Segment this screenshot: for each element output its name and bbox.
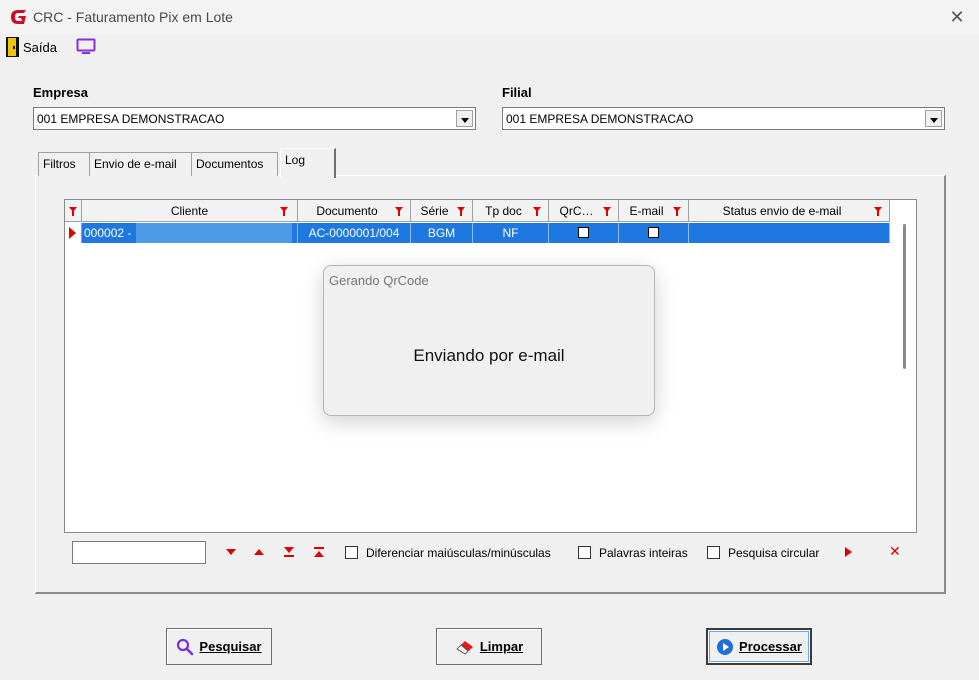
progress-popup: Gerando QrCode Enviando por e-mail bbox=[323, 265, 655, 416]
cell-cliente[interactable]: 000002 - bbox=[82, 223, 298, 243]
tab-documentos[interactable]: Documentos bbox=[191, 152, 278, 176]
cell-qrcode[interactable] bbox=[549, 223, 619, 243]
app-logo-icon bbox=[11, 10, 26, 24]
filial-select[interactable]: 001 EMPRESA DEMONSTRACAO bbox=[502, 107, 945, 130]
cell-serie[interactable]: BGM bbox=[411, 223, 473, 243]
circular-search-label: Pesquisa circular bbox=[728, 546, 820, 560]
filial-label: Filial bbox=[502, 85, 532, 100]
case-sensitive-label: Diferenciar maiúsculas/minúsculas bbox=[366, 546, 551, 560]
empresa-value: 001 EMPRESA DEMONSTRACAO bbox=[37, 112, 225, 126]
popup-title: Gerando QrCode bbox=[329, 273, 429, 288]
exit-menu-item[interactable]: Saída bbox=[23, 40, 57, 55]
grid-header: Cliente Documento Série Tp doc QrC… E-ma… bbox=[65, 200, 890, 222]
qrcode-checkbox[interactable] bbox=[578, 227, 589, 238]
close-search-icon[interactable]: ✕ bbox=[889, 543, 901, 560]
cell-documento[interactable]: AC-0000001/004 bbox=[298, 223, 411, 243]
play-circle-icon bbox=[717, 638, 734, 655]
email-checkbox[interactable] bbox=[648, 227, 659, 238]
filial-value: 001 EMPRESA DEMONSTRACAO bbox=[506, 112, 694, 126]
column-title: E-mail bbox=[629, 204, 664, 218]
table-row[interactable]: 000002 - AC-0000001/004 BGM NF bbox=[65, 223, 890, 243]
filter-icon[interactable] bbox=[69, 207, 77, 216]
clear-button[interactable]: Limpar bbox=[436, 628, 542, 665]
tab-filtros[interactable]: Filtros bbox=[38, 152, 90, 176]
row-indicator-header[interactable] bbox=[65, 200, 82, 222]
process-button[interactable]: Processar bbox=[706, 628, 812, 665]
whole-words-label: Palavras inteiras bbox=[599, 546, 688, 560]
column-header-status-envio[interactable]: Status envio de e-mail bbox=[689, 200, 890, 222]
filter-icon[interactable] bbox=[874, 207, 882, 216]
close-window-button[interactable]: ✕ bbox=[942, 4, 972, 30]
chevron-down-icon[interactable] bbox=[925, 110, 942, 127]
find-next-icon[interactable] bbox=[225, 547, 237, 557]
column-title: Série bbox=[420, 204, 449, 218]
title-bar: CRC - Faturamento Pix em Lote ✕ bbox=[0, 0, 979, 34]
search-button-label: Pesquisar bbox=[199, 639, 262, 654]
find-previous-icon[interactable] bbox=[253, 547, 265, 557]
row-indicator bbox=[65, 223, 82, 243]
tab-log[interactable]: Log bbox=[280, 148, 336, 178]
column-header-documento[interactable]: Documento bbox=[298, 200, 411, 222]
whole-words-checkbox[interactable] bbox=[578, 546, 591, 559]
tab-envio-email[interactable]: Envio de e-mail bbox=[89, 152, 192, 176]
column-title: Status envio de e-mail bbox=[722, 204, 842, 218]
filter-icon[interactable] bbox=[603, 207, 611, 216]
column-title: Cliente bbox=[170, 204, 209, 218]
column-title: Tp doc bbox=[485, 204, 522, 218]
popup-message: Enviando por e-mail bbox=[413, 346, 565, 365]
empresa-select[interactable]: 001 EMPRESA DEMONSTRACAO bbox=[33, 107, 476, 130]
clear-button-label: Limpar bbox=[479, 639, 524, 654]
process-button-label: Processar bbox=[739, 639, 802, 654]
column-header-tp-doc[interactable]: Tp doc bbox=[473, 200, 549, 222]
vertical-scrollbar[interactable] bbox=[903, 224, 906, 369]
current-row-arrow-icon bbox=[69, 227, 76, 239]
search-button[interactable]: Pesquisar bbox=[166, 628, 272, 665]
grid-search-bar: Diferenciar maiúsculas/minúsculas Palavr… bbox=[64, 533, 917, 573]
filter-icon[interactable] bbox=[395, 207, 403, 216]
cell-status-envio[interactable] bbox=[689, 223, 890, 243]
search-input[interactable] bbox=[72, 541, 206, 564]
circular-search-checkbox[interactable] bbox=[707, 546, 720, 559]
column-header-qrcode[interactable]: QrC… bbox=[549, 200, 619, 222]
exit-door-icon[interactable] bbox=[6, 37, 19, 57]
empresa-label: Empresa bbox=[33, 85, 88, 100]
magnifier-icon bbox=[177, 638, 194, 655]
column-title: Documento bbox=[316, 204, 378, 218]
window-title: CRC - Faturamento Pix em Lote bbox=[33, 9, 233, 25]
case-sensitive-checkbox[interactable] bbox=[345, 546, 358, 559]
filter-icon[interactable] bbox=[457, 207, 465, 216]
column-title: QrC… bbox=[559, 204, 594, 218]
play-search-icon[interactable] bbox=[843, 546, 853, 558]
filter-icon[interactable] bbox=[673, 207, 681, 216]
column-header-email[interactable]: E-mail bbox=[619, 200, 689, 222]
cell-tp-doc[interactable]: NF bbox=[473, 223, 549, 243]
cliente-value: 000002 - bbox=[84, 226, 132, 240]
redacted-block bbox=[136, 223, 292, 243]
eraser-icon bbox=[456, 640, 473, 655]
cell-email[interactable] bbox=[619, 223, 689, 243]
filter-icon[interactable] bbox=[280, 207, 288, 216]
filter-icon[interactable] bbox=[533, 207, 541, 216]
monitor-icon[interactable] bbox=[76, 38, 96, 56]
find-first-icon[interactable] bbox=[313, 546, 325, 558]
find-last-icon[interactable] bbox=[283, 546, 295, 558]
column-header-serie[interactable]: Série bbox=[411, 200, 473, 222]
column-header-cliente[interactable]: Cliente bbox=[82, 200, 298, 222]
chevron-down-icon[interactable] bbox=[456, 110, 473, 127]
